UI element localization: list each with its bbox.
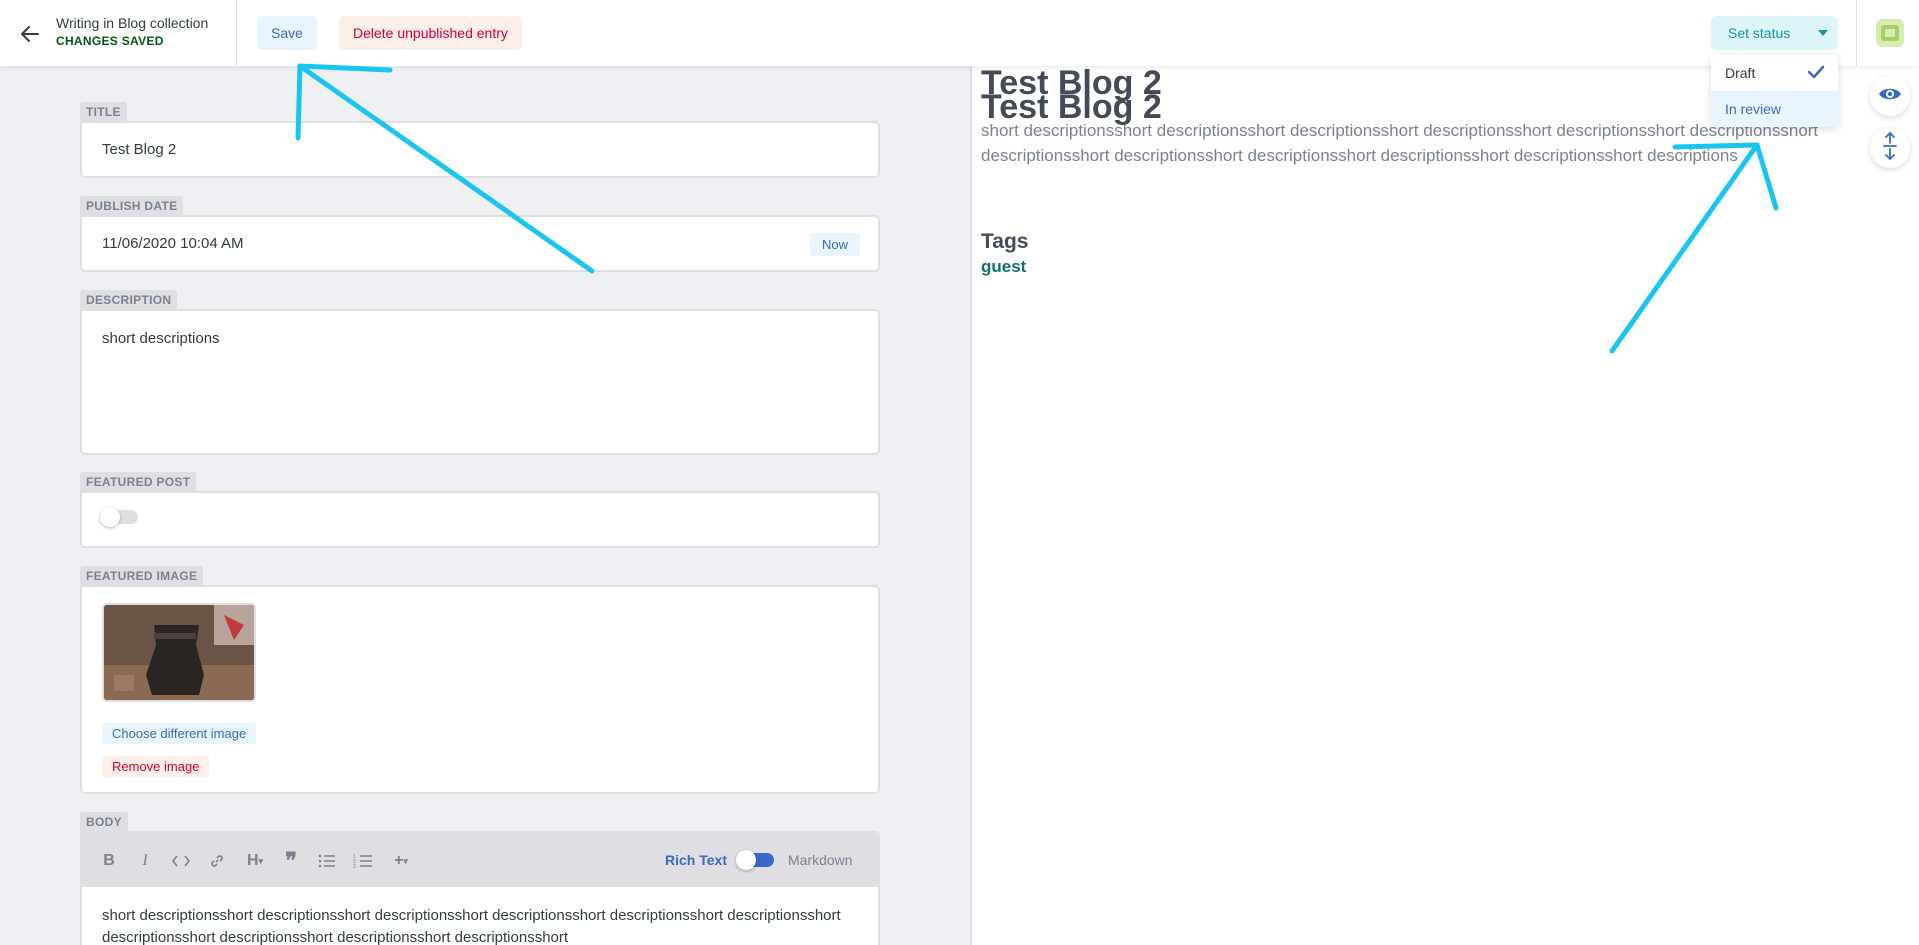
- preview-pane: Test Blog 2 Test Blog 2 short descriptio…: [972, 66, 1919, 945]
- title-input[interactable]: Test Blog 2: [80, 121, 880, 178]
- field-publish-date: PUBLISH DATE 11/06/2020 10:04 AM Now: [80, 196, 880, 272]
- remove-image-button[interactable]: Remove image: [102, 756, 210, 777]
- svg-text:3: 3: [353, 864, 356, 869]
- field-label: DESCRIPTION: [80, 290, 178, 309]
- rich-text-mode-label[interactable]: Rich Text: [665, 852, 727, 868]
- save-status: CHANGES SAVED: [56, 34, 164, 48]
- heading-icon[interactable]: H ▾: [244, 850, 266, 872]
- status-option-label: In review: [1725, 101, 1782, 117]
- body-content[interactable]: short descriptionsshort descriptionsshor…: [102, 905, 862, 945]
- featured-image-box: Choose different image Remove image: [80, 585, 880, 794]
- field-featured-image: FEATURED IMAGE Choose different image Re…: [80, 566, 880, 794]
- bulleted-list-icon[interactable]: [316, 850, 338, 872]
- check-icon: [1807, 65, 1825, 82]
- editor-toolbar: B I H ▾ ❞ 123 + ▾ Rich Text Markdown: [82, 833, 878, 887]
- code-icon[interactable]: [170, 850, 192, 872]
- italic-icon[interactable]: I: [134, 850, 156, 872]
- toggle-preview-button[interactable]: [1870, 76, 1910, 116]
- now-button[interactable]: Now: [809, 233, 860, 256]
- link-icon[interactable]: [206, 850, 228, 872]
- field-description: DESCRIPTION short descriptions: [80, 290, 880, 455]
- editor-mode-toggle[interactable]: [736, 850, 774, 870]
- set-status-label: Set status: [1728, 25, 1791, 41]
- field-body: BODY B I H ▾ ❞ 123 + ▾ Rich Text Markdow…: [80, 812, 880, 945]
- field-label: FEATURED POST: [80, 472, 197, 491]
- sync-scroll-button[interactable]: [1870, 128, 1910, 168]
- save-button[interactable]: Save: [257, 16, 317, 50]
- status-dropdown-menu: Draft In review: [1711, 55, 1838, 127]
- choose-different-image-button[interactable]: Choose different image: [102, 723, 257, 744]
- eye-icon: [1878, 86, 1902, 107]
- top-bar: Writing in Blog collection CHANGES SAVED…: [0, 0, 1919, 66]
- sync-scroll-icon: [1882, 131, 1898, 166]
- avatar[interactable]: [1874, 17, 1906, 49]
- title-value: Test Blog 2: [102, 141, 177, 158]
- body-editor[interactable]: B I H ▾ ❞ 123 + ▾ Rich Text Markdown sho…: [80, 831, 880, 945]
- divider: [1856, 0, 1857, 66]
- back-arrow-icon[interactable]: [14, 18, 46, 50]
- status-option-draft[interactable]: Draft: [1711, 55, 1838, 91]
- delete-entry-button[interactable]: Delete unpublished entry: [339, 16, 522, 50]
- featured-post-box: [80, 491, 880, 548]
- status-option-in-review[interactable]: In review: [1711, 91, 1838, 127]
- field-label: FEATURED IMAGE: [80, 566, 204, 585]
- toggle-knob: [100, 507, 120, 527]
- add-component-icon[interactable]: + ▾: [390, 850, 412, 872]
- publish-date-input[interactable]: 11/06/2020 10:04 AM Now: [80, 215, 880, 272]
- description-textarea[interactable]: short descriptions: [80, 309, 880, 455]
- preview-tags-heading: Tags: [981, 230, 1029, 253]
- entry-title-block: Writing in Blog collection CHANGES SAVED: [56, 15, 208, 48]
- editor-pane: TITLE Test Blog 2 PUBLISH DATE 11/06/202…: [0, 66, 970, 945]
- publish-date-value: 11/06/2020 10:04 AM: [102, 235, 244, 252]
- divider: [236, 0, 237, 66]
- featured-image-thumbnail[interactable]: [102, 603, 256, 702]
- featured-post-toggle[interactable]: [100, 507, 138, 527]
- field-featured-post: FEATURED POST: [80, 472, 880, 548]
- field-label: PUBLISH DATE: [80, 196, 184, 215]
- markdown-mode-label[interactable]: Markdown: [788, 852, 853, 868]
- set-status-button[interactable]: Set status: [1711, 16, 1838, 50]
- collection-title: Writing in Blog collection: [56, 15, 209, 31]
- field-title: TITLE Test Blog 2: [80, 102, 880, 178]
- bold-icon[interactable]: B: [98, 850, 120, 872]
- chevron-down-icon: [1818, 30, 1828, 36]
- description-value: short descriptions: [102, 330, 220, 347]
- toggle-knob: [736, 850, 756, 870]
- preview-tag: guest: [981, 257, 1027, 276]
- field-label: BODY: [80, 812, 128, 831]
- field-label: TITLE: [80, 102, 127, 121]
- status-option-label: Draft: [1725, 65, 1756, 81]
- quote-icon[interactable]: ❞: [280, 848, 302, 873]
- numbered-list-icon[interactable]: 123: [352, 850, 374, 872]
